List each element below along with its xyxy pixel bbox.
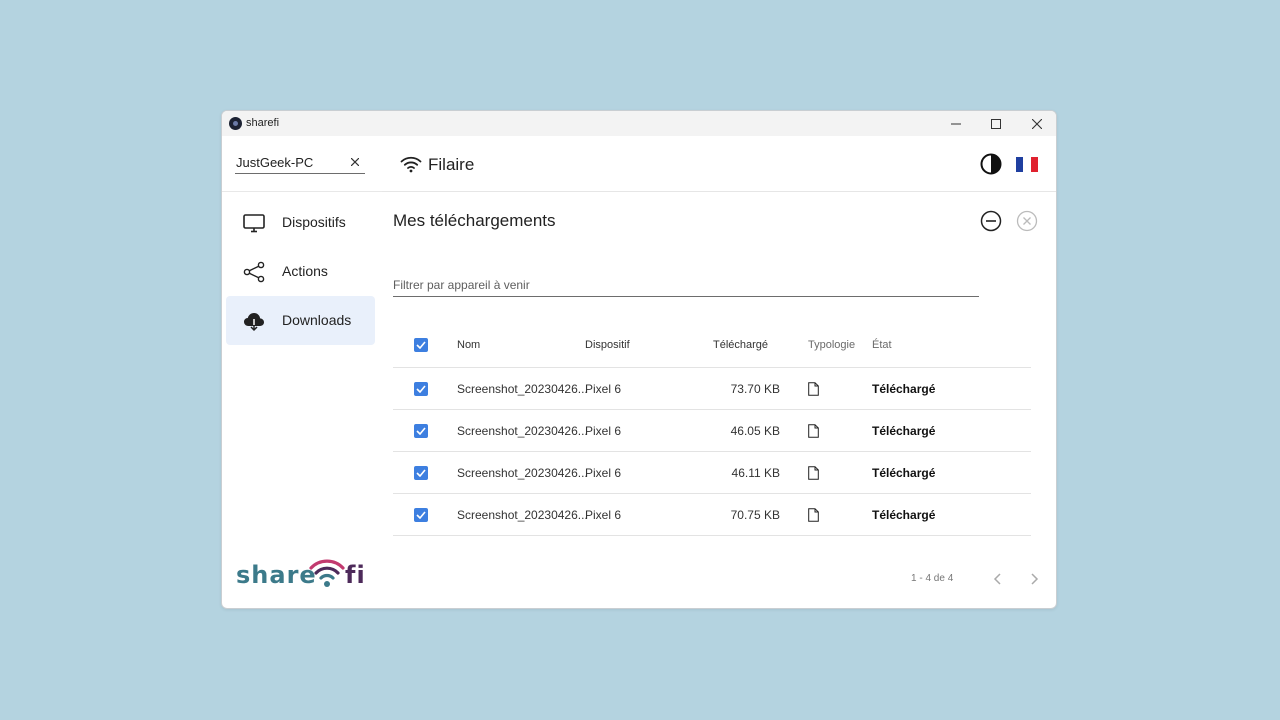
file-icon bbox=[808, 507, 819, 522]
clear-icon bbox=[351, 158, 359, 166]
minimize-icon bbox=[951, 123, 961, 124]
filter-input[interactable] bbox=[393, 278, 979, 292]
main-content: Mes téléchargements Nom Dispositif Téléc… bbox=[382, 192, 1056, 608]
row-size: 73.70 KB bbox=[730, 381, 780, 396]
row-size: 70.75 KB bbox=[730, 507, 780, 522]
logo-text-fi: fi bbox=[345, 561, 366, 589]
row-device: Pixel 6 bbox=[585, 423, 622, 438]
cancel-circle-icon[interactable] bbox=[1016, 210, 1038, 232]
row-state: Téléchargé bbox=[872, 465, 936, 480]
row-state: Téléchargé bbox=[872, 507, 936, 522]
checkmark-icon bbox=[416, 426, 426, 435]
close-icon bbox=[1032, 118, 1042, 129]
french-flag-icon[interactable] bbox=[1016, 157, 1038, 172]
device-name-field[interactable] bbox=[235, 155, 365, 174]
sidebar-item-actions[interactable]: Actions bbox=[226, 247, 375, 296]
chevron-right-icon[interactable] bbox=[1026, 571, 1042, 587]
table-row[interactable]: Screenshot_20230426... Pixel 6 73.70 KB … bbox=[393, 368, 1031, 410]
row-device: Pixel 6 bbox=[585, 465, 622, 480]
downloads-table: Nom Dispositif Téléchargé Typologie État… bbox=[393, 322, 1031, 536]
share-icon bbox=[243, 261, 265, 283]
column-header-state[interactable]: État bbox=[872, 339, 892, 351]
maximize-button[interactable] bbox=[975, 111, 1017, 136]
checkmark-icon bbox=[416, 468, 426, 477]
column-header-type[interactable]: Typologie bbox=[808, 339, 855, 351]
pagination-label: 1 - 4 de 4 bbox=[911, 573, 954, 584]
row-checkbox[interactable] bbox=[414, 423, 428, 438]
row-state: Téléchargé bbox=[872, 381, 936, 396]
column-header-name[interactable]: Nom bbox=[457, 339, 480, 351]
column-header-size[interactable]: Téléchargé bbox=[713, 339, 790, 351]
logo-text-share: share bbox=[236, 561, 317, 589]
table-row[interactable]: Screenshot_20230426... Pixel 6 46.05 KB … bbox=[393, 410, 1031, 452]
page-title: Mes téléchargements bbox=[393, 211, 556, 230]
row-checkbox[interactable] bbox=[414, 381, 428, 396]
checkmark-icon bbox=[416, 510, 426, 519]
close-button[interactable] bbox=[1016, 111, 1056, 136]
header-bar: Filaire bbox=[382, 136, 1056, 192]
minimize-button[interactable] bbox=[935, 111, 977, 136]
app-icon bbox=[229, 117, 242, 130]
monitor-icon bbox=[243, 214, 265, 233]
window-title: sharefi bbox=[246, 117, 280, 129]
maximize-icon bbox=[991, 118, 1001, 129]
sidebar-divider bbox=[222, 191, 382, 192]
sidebar-item-label: Downloads bbox=[282, 312, 352, 328]
device-name-input[interactable] bbox=[236, 155, 341, 170]
app-window: sharefi Dispositifs bbox=[221, 110, 1057, 609]
remove-circle-icon[interactable] bbox=[980, 210, 1002, 232]
wifi-icon bbox=[400, 156, 422, 173]
table-row[interactable]: Screenshot_20230426... Pixel 6 46.11 KB … bbox=[393, 452, 1031, 494]
row-name: Screenshot_20230426... bbox=[457, 465, 588, 480]
theme-contrast-icon[interactable] bbox=[980, 153, 1002, 175]
file-icon bbox=[808, 423, 819, 438]
sharefi-logo: share fi bbox=[235, 554, 370, 594]
row-checkbox[interactable] bbox=[414, 465, 428, 480]
connection-label: Filaire bbox=[428, 155, 475, 174]
logo-wifi-icon bbox=[309, 559, 345, 587]
row-checkbox[interactable] bbox=[414, 507, 428, 522]
row-size: 46.05 KB bbox=[730, 423, 780, 438]
file-icon bbox=[808, 465, 819, 480]
checkmark-icon bbox=[416, 340, 426, 349]
row-name: Screenshot_20230426... bbox=[457, 381, 588, 396]
sidebar-item-label: Dispositifs bbox=[282, 214, 346, 230]
table-row[interactable]: Screenshot_20230426... Pixel 6 70.75 KB … bbox=[393, 494, 1031, 536]
column-header-device[interactable]: Dispositif bbox=[585, 339, 630, 351]
title-bar: sharefi bbox=[222, 111, 1056, 136]
chevron-left-icon[interactable] bbox=[990, 571, 1006, 587]
table-header-row: Nom Dispositif Téléchargé Typologie État bbox=[393, 322, 1031, 368]
row-device: Pixel 6 bbox=[585, 507, 622, 522]
row-state: Téléchargé bbox=[872, 423, 936, 438]
sidebar-item-downloads[interactable]: Downloads bbox=[226, 296, 375, 345]
row-name: Screenshot_20230426... bbox=[457, 423, 588, 438]
file-icon bbox=[808, 381, 819, 396]
row-size: 46.11 KB bbox=[731, 465, 780, 480]
row-device: Pixel 6 bbox=[585, 381, 622, 396]
sidebar-item-label: Actions bbox=[282, 263, 328, 279]
select-all-checkbox[interactable] bbox=[414, 337, 428, 352]
sidebar-item-dispositifs[interactable]: Dispositifs bbox=[226, 198, 375, 247]
clear-device-name-button[interactable] bbox=[349, 155, 361, 169]
sidebar: Dispositifs Actions Downloads share bbox=[222, 136, 382, 608]
cloud-download-icon bbox=[244, 313, 264, 332]
filter-field[interactable] bbox=[393, 275, 979, 297]
row-name: Screenshot_20230426... bbox=[457, 507, 588, 522]
checkmark-icon bbox=[416, 384, 426, 393]
